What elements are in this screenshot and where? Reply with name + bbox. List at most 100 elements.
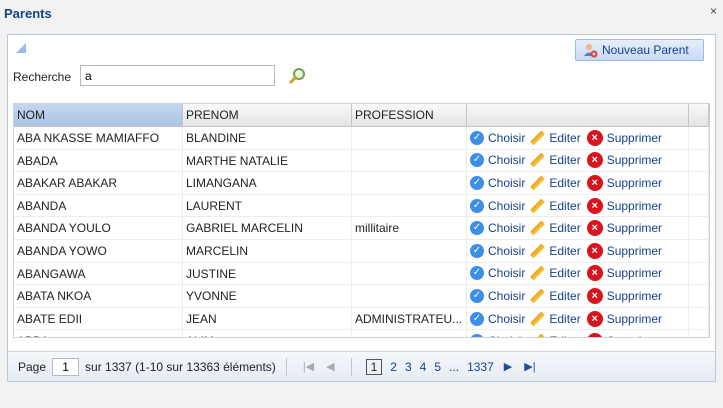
- close-icon[interactable]: ×: [710, 4, 717, 18]
- choose-action[interactable]: ✓ Choisir: [470, 198, 525, 213]
- table-row[interactable]: ABATA NKOA YVONNE ✓ Choisir Editer × Supprimer: [14, 285, 709, 308]
- next-page-icon[interactable]: ▶: [504, 360, 512, 373]
- cell-filler: [689, 217, 709, 239]
- page-link[interactable]: 5: [434, 360, 441, 374]
- delete-action[interactable]: ×Supprimer: [586, 129, 663, 146]
- edit-action[interactable]: Editer: [531, 312, 580, 326]
- check-icon: ✓: [470, 334, 484, 337]
- table-row[interactable]: ABANDA LAURENT ✓ Choisir Editer × Supprimer: [14, 194, 709, 218]
- cell-prenom: MARCELIN: [183, 239, 352, 262]
- delete-label: Supprimer: [606, 288, 663, 303]
- prev-page-icon[interactable]: ◀: [326, 360, 334, 373]
- edit-action[interactable]: Editer: [531, 176, 580, 190]
- delete-label: Supprimer: [606, 266, 663, 281]
- cell-nom: ABATE EDII: [14, 307, 183, 330]
- first-page-icon[interactable]: |◀: [303, 360, 314, 373]
- delete-action[interactable]: ×Supprimer: [586, 265, 663, 282]
- edit-action[interactable]: Editer: [531, 334, 580, 337]
- page-link[interactable]: 4: [420, 360, 427, 374]
- delete-action[interactable]: ×Supprimer: [586, 220, 662, 237]
- cell-nom: ABANGAWA: [14, 262, 183, 285]
- pager-separator: [350, 357, 352, 376]
- last-page-icon[interactable]: ▶|: [524, 360, 535, 373]
- delete-action[interactable]: ×Supprimer: [586, 287, 663, 304]
- edit-label: Editer: [549, 311, 581, 326]
- choose-label: Choisir: [488, 311, 526, 326]
- cell-actions: ✓Choisir Editer ×Supprimer: [467, 239, 689, 262]
- column-header-nom[interactable]: NOM: [14, 104, 183, 126]
- cell-actions: ✓Choisir Editer ×Supprimer: [467, 262, 689, 285]
- pagination-bar: Page sur 1337 (1-10 sur 13363 éléments) …: [8, 351, 715, 381]
- edit-action[interactable]: Editer: [531, 199, 580, 213]
- page-summary: sur 1337 (1-10 sur 13363 éléments): [85, 359, 276, 374]
- choose-action[interactable]: ✓ Choisir: [470, 221, 525, 236]
- choose-action[interactable]: ✓ Choisir: [470, 175, 526, 190]
- delete-icon: ×: [586, 220, 603, 237]
- delete-action[interactable]: ×Supprimer: [586, 197, 662, 214]
- new-parent-button[interactable]: Nouveau Parent: [575, 39, 704, 61]
- pencil-icon: [531, 153, 545, 167]
- column-header-profession[interactable]: PROFESSION: [352, 104, 467, 126]
- delete-action[interactable]: ×Supprimer: [586, 310, 662, 327]
- search-input[interactable]: [80, 65, 275, 86]
- new-parent-label: Nouveau Parent: [602, 43, 689, 57]
- choose-action[interactable]: ✓ Choisir: [470, 288, 525, 303]
- page-link[interactable]: 1337: [467, 360, 494, 374]
- delete-label: Supprimer: [606, 130, 663, 145]
- pencil-icon: [531, 289, 545, 303]
- cell-profession: [352, 262, 467, 285]
- column-header-prenom[interactable]: PRENOM: [183, 104, 352, 126]
- choose-action[interactable]: ✓ Choisir: [470, 334, 525, 337]
- collapse-triangle-icon[interactable]: [16, 43, 26, 53]
- edit-action[interactable]: Editer: [531, 289, 580, 303]
- table-row[interactable]: ABBAALIM ✓ Choisir Editer × Supprimer: [14, 330, 709, 337]
- cell-actions: ✓Choisir Editer ×Supprimer: [467, 330, 689, 337]
- delete-icon: ×: [586, 242, 603, 259]
- delete-icon: ×: [586, 265, 603, 282]
- edit-action[interactable]: Editer: [531, 244, 580, 258]
- edit-action[interactable]: Editer: [531, 221, 580, 235]
- cell-filler: [689, 172, 709, 194]
- page-link[interactable]: 1: [365, 358, 383, 375]
- delete-action[interactable]: ×Supprimer: [586, 333, 662, 337]
- delete-action[interactable]: ×Supprimer: [586, 152, 662, 169]
- choose-action[interactable]: ✓ Choisir: [470, 243, 525, 258]
- table-row[interactable]: ABATE EDII JEAN ADMINISTRATEU... ✓ Choisir Ed…: [14, 307, 709, 331]
- edit-action[interactable]: Editer: [531, 131, 580, 145]
- choose-action[interactable]: ✓ Choisir: [470, 153, 525, 168]
- search-icon[interactable]: [289, 67, 307, 85]
- page-link[interactable]: 2: [390, 360, 397, 374]
- edit-label: Editer: [549, 198, 581, 213]
- table-row[interactable]: ABAKAR ABAKAR LIMANGANA ✓ Choisir Editer × Sup…: [14, 172, 709, 195]
- choose-label: Choisir: [488, 175, 526, 190]
- edit-action[interactable]: Editer: [531, 266, 580, 280]
- delete-action[interactable]: ×Supprimer: [586, 242, 662, 259]
- cell-nom: ABATA NKOA: [14, 285, 183, 307]
- table-row[interactable]: ABANDA YOULO GABRIEL MARCELIN millitaire ✓ C…: [14, 217, 709, 240]
- cell-nom: ABADA: [14, 149, 183, 172]
- choose-action[interactable]: ✓ Choisir: [470, 311, 526, 326]
- delete-label: Supprimer: [606, 175, 663, 190]
- page-links: 1 2 3 4 5... 1337: [362, 358, 498, 375]
- search-label: Recherche: [13, 70, 72, 84]
- edit-label: Editer: [549, 153, 581, 168]
- cell-prenom: JUSTINE: [183, 262, 352, 285]
- edit-action[interactable]: Editer: [531, 153, 580, 167]
- cell-prenom: JEAN: [183, 307, 352, 330]
- cell-nom: ABANDA: [14, 194, 183, 217]
- table-row[interactable]: ABA NKASSE MAMIAFFO BLANDINE ✓ Choisir Edite…: [14, 127, 709, 150]
- delete-action[interactable]: ×Supprimer: [586, 174, 663, 191]
- page-number-input[interactable]: [52, 357, 80, 376]
- edit-label: Editer: [549, 221, 581, 236]
- table-row[interactable]: ABANGAWA JUSTINE ✓ Choisir Editer × Supprimer: [14, 262, 709, 286]
- table-row[interactable]: ABADA MARTHE NATALIE ✓ Choisir Editer × Suppri…: [14, 149, 709, 173]
- cell-filler: [689, 330, 709, 337]
- cell-nom: ABBA: [14, 330, 183, 337]
- cell-profession: [352, 149, 467, 172]
- table-row[interactable]: ABANDA YOWO MARCELIN ✓ Choisir Editer × Suppri…: [14, 239, 709, 263]
- choose-action[interactable]: ✓ Choisir: [470, 266, 525, 281]
- page-link[interactable]: 3: [405, 360, 412, 374]
- check-icon: ✓: [470, 266, 484, 281]
- choose-action[interactable]: ✓ Choisir: [470, 130, 525, 145]
- cell-prenom: MARTHE NATALIE: [183, 149, 352, 172]
